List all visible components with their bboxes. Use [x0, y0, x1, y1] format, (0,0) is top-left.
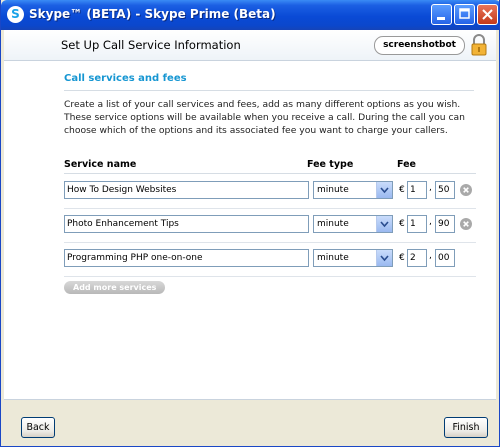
remove-row-icon[interactable] [460, 218, 472, 230]
skype-prime-window: S Skype™ (BETA) - Skype Prime (Beta) Set… [0, 0, 500, 447]
fee-type-value: minute [317, 253, 349, 263]
maximize-button[interactable] [454, 4, 475, 25]
fee-decimal-input[interactable]: 00 [435, 249, 455, 267]
fee-type-value: minute [317, 219, 349, 229]
back-button[interactable]: Back [21, 417, 55, 438]
close-button[interactable] [477, 4, 498, 25]
fee-decimal-input[interactable]: 90 [435, 215, 455, 233]
minimize-button[interactable] [431, 4, 452, 25]
fee-type-value: minute [317, 185, 349, 195]
fee-integer-input[interactable]: 1 [407, 215, 427, 233]
add-more-services-button[interactable]: Add more services [64, 281, 166, 294]
lock-icon [471, 34, 487, 56]
decimal-separator: , [429, 183, 432, 193]
fee-integer-input[interactable]: 1 [407, 181, 427, 199]
column-header-fee: Fee [397, 159, 416, 170]
currency-symbol: € [399, 185, 405, 195]
fee-type-select[interactable]: minute [313, 215, 393, 233]
decimal-separator: , [429, 217, 432, 227]
screenshotbot-badge: screenshotbot [374, 36, 465, 55]
fee-integer-input[interactable]: 2 [407, 249, 427, 267]
service-row: Photo Enhancement Tips minute € 1 , 90 [64, 208, 476, 243]
main-content: Call services and fees Create a list of … [4, 61, 496, 399]
service-row: How To Design Websites minute € 1 , 50 [64, 174, 476, 209]
fee-type-select[interactable]: minute [313, 249, 393, 267]
section-title: Call services and fees [64, 73, 187, 84]
service-name-input[interactable]: How To Design Websites [64, 181, 309, 199]
wizard-footer: Back Finish [4, 399, 496, 445]
skype-logo-icon: S [7, 6, 24, 23]
column-header-fee-type: Fee type [307, 159, 354, 170]
decimal-separator: , [429, 251, 432, 261]
chevron-down-icon[interactable] [376, 250, 392, 266]
section-description: Create a list of your call services and … [64, 99, 465, 136]
wizard-header: Set Up Call Service Information screensh… [4, 30, 496, 61]
divider [64, 90, 474, 91]
chevron-down-icon[interactable] [376, 182, 392, 198]
column-header-service: Service name [64, 159, 137, 170]
window-title: Skype™ (BETA) - Skype Prime (Beta) [29, 7, 276, 21]
fee-decimal-input[interactable]: 50 [435, 181, 455, 199]
fee-type-select[interactable]: minute [313, 181, 393, 199]
chevron-down-icon[interactable] [376, 216, 392, 232]
finish-button[interactable]: Finish [444, 417, 488, 438]
remove-row-icon[interactable] [460, 184, 472, 196]
service-name-input[interactable]: Photo Enhancement Tips [64, 215, 309, 233]
currency-symbol: € [399, 219, 405, 229]
page-title: Set Up Call Service Information [61, 38, 241, 52]
currency-symbol: € [399, 253, 405, 263]
service-row: Programming PHP one-on-one minute € 2 , … [64, 242, 476, 277]
service-name-input[interactable]: Programming PHP one-on-one [64, 249, 309, 267]
title-bar[interactable]: S Skype™ (BETA) - Skype Prime (Beta) [1, 0, 499, 30]
